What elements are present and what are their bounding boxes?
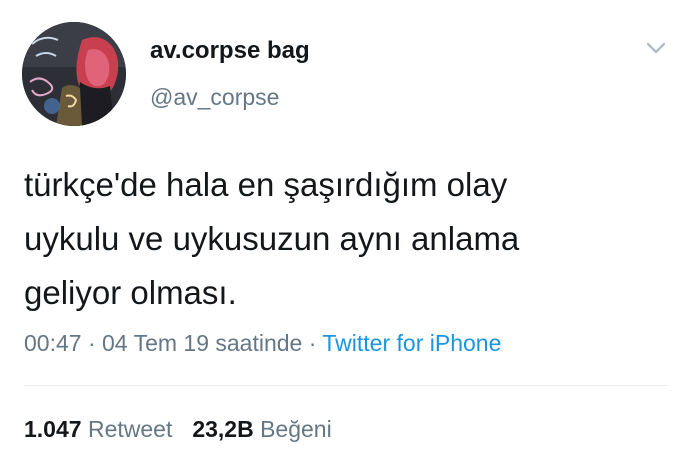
username-handle[interactable]: @av_corpse	[150, 84, 279, 111]
tweet-text-line: uykulu ve uykusuzun aynı anlama	[24, 220, 520, 257]
avatar[interactable]	[22, 22, 126, 126]
avatar-image	[22, 22, 126, 126]
tweet-card: av.corpse bag @av_corpse türkçe'de hala …	[0, 0, 690, 464]
display-name[interactable]: av.corpse bag	[150, 37, 310, 65]
divider	[24, 385, 668, 386]
likes-stat[interactable]: 23,2B Beğeni	[192, 416, 331, 442]
retweets-count: 1.047	[24, 416, 82, 442]
tweet-source-link[interactable]: Twitter for iPhone	[322, 330, 501, 356]
tweet-time[interactable]: 00:47	[24, 330, 82, 356]
retweets-stat[interactable]: 1.047 Retweet	[24, 416, 172, 442]
tweet-stats: 1.047 Retweet 23,2B Beğeni	[24, 416, 332, 443]
likes-count: 23,2B	[192, 416, 254, 442]
likes-label: Beğeni	[260, 416, 332, 442]
meta-separator: ·	[302, 330, 323, 356]
retweets-label: Retweet	[87, 416, 173, 442]
tweet-meta: 00:47 · 04 Tem 19 saatinde · Twitter for…	[24, 330, 501, 357]
tweet-date[interactable]: 04 Tem 19 saatinde	[102, 330, 302, 356]
chevron-down-icon[interactable]	[645, 40, 667, 56]
meta-separator: ·	[81, 330, 103, 356]
tweet-text-line: türkçe'de hala en şaşırdığım olay	[24, 166, 508, 203]
tweet-text: türkçe'de hala en şaşırdığım olay uykulu…	[24, 158, 664, 320]
tweet-text-line: geliyor olması.	[24, 274, 237, 311]
